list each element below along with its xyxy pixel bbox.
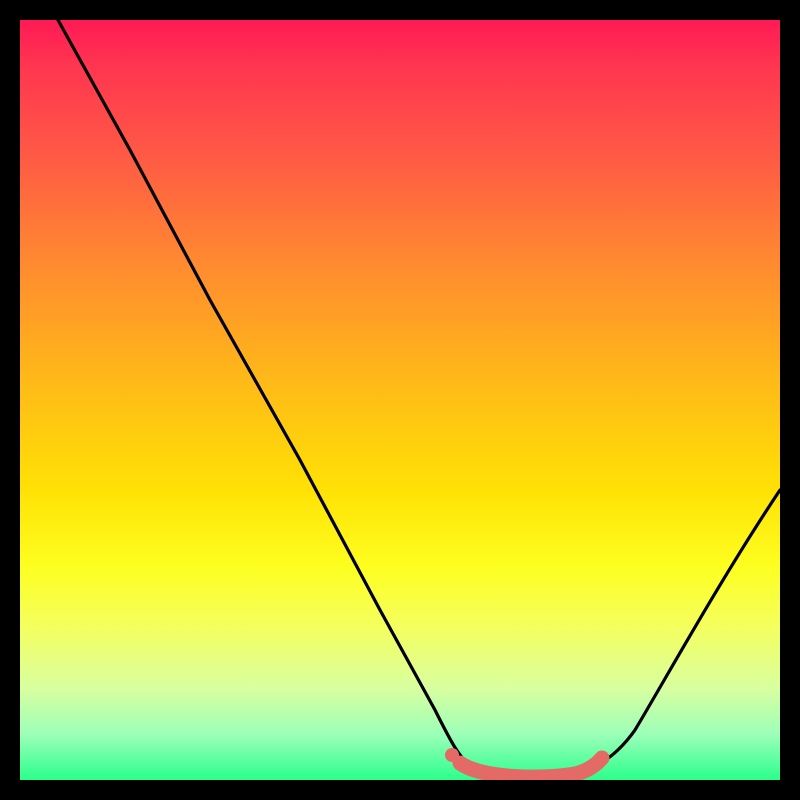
watermark-text: TheBottleneck.com <box>619 0 794 5</box>
plot-frame <box>20 20 780 780</box>
gradient-background <box>20 20 780 780</box>
